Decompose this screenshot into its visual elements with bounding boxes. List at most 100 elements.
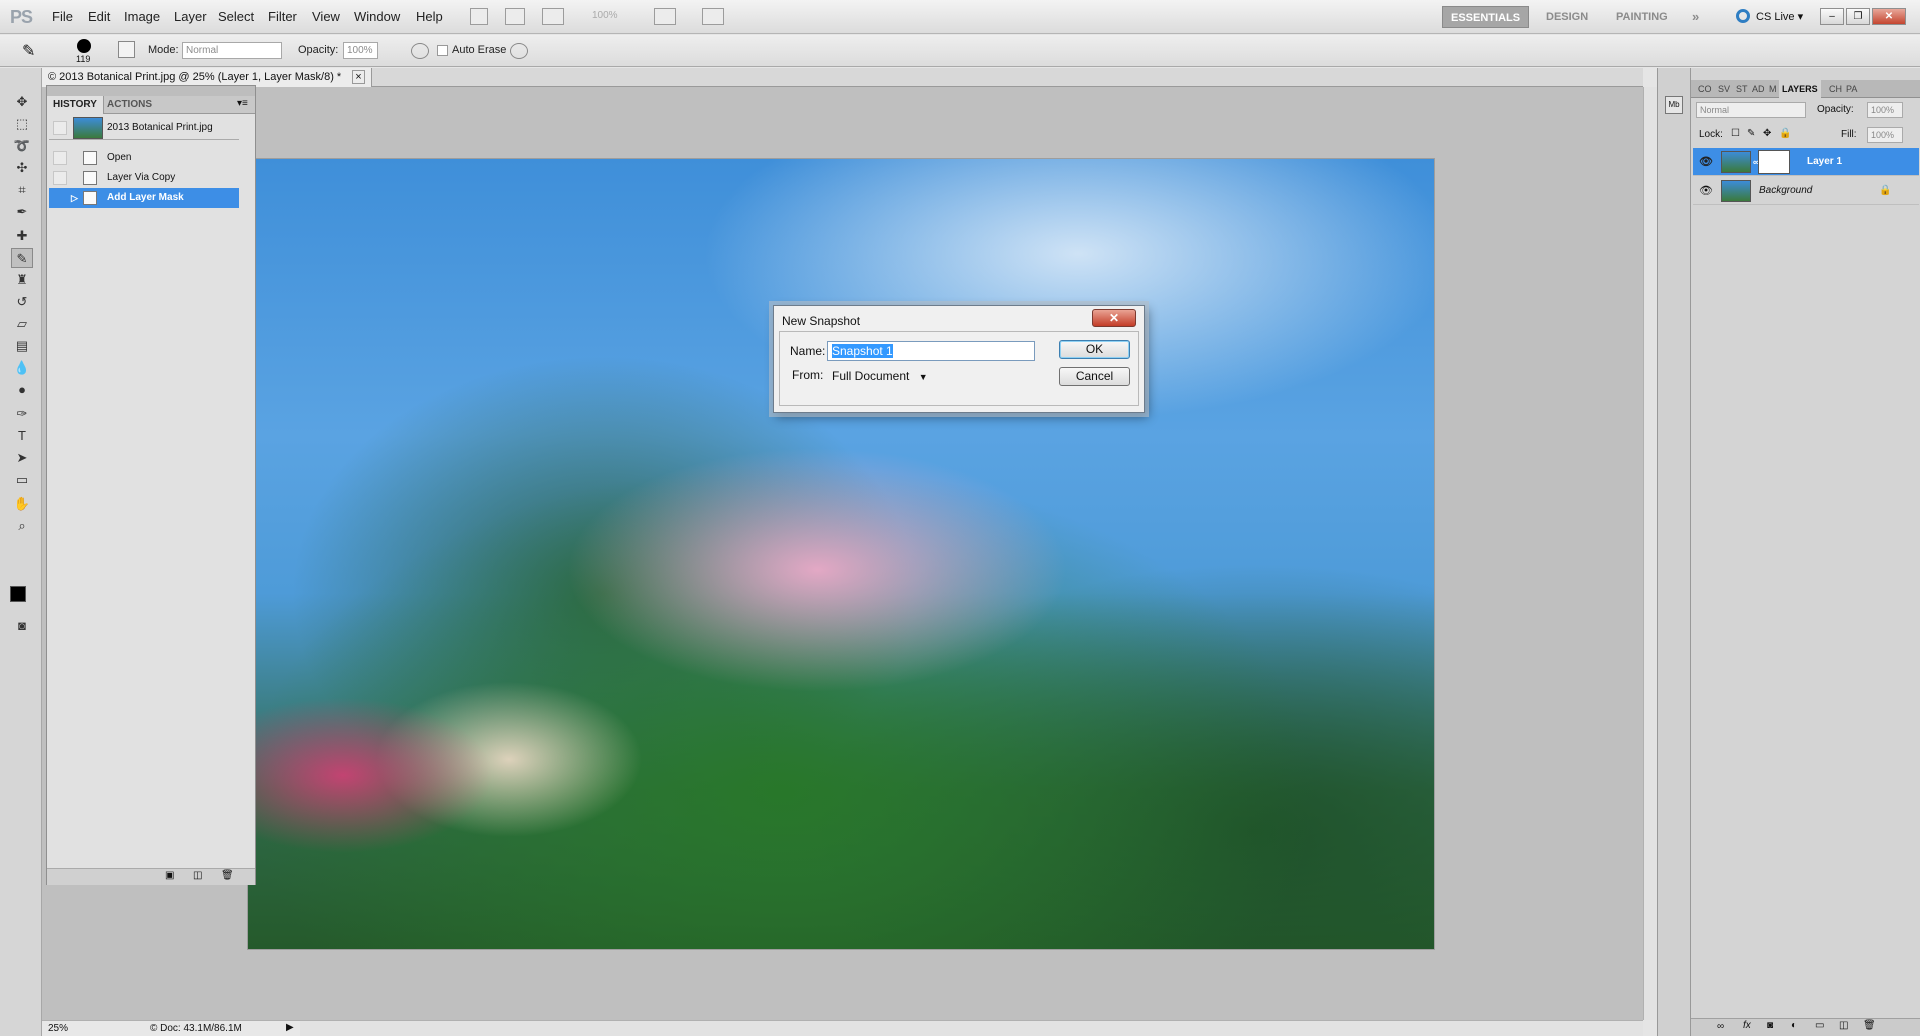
history-source-checkbox[interactable] xyxy=(53,171,67,185)
layer-style-icon[interactable]: fx xyxy=(1743,1020,1751,1031)
history-source-checkbox[interactable] xyxy=(53,191,67,205)
eraser-tool-icon[interactable]: ▱ xyxy=(11,314,33,334)
history-panel-header[interactable] xyxy=(47,86,255,96)
brush-panel-toggle-icon[interactable] xyxy=(118,41,135,58)
restore-button[interactable]: ❐ xyxy=(1846,8,1870,25)
layer-row[interactable]: 👁 Background 🔒 xyxy=(1693,177,1919,205)
tab-styles[interactable]: ST xyxy=(1733,80,1751,98)
menu-image[interactable]: Image xyxy=(124,9,160,24)
layer-row-selected[interactable]: 👁 ∞ Layer 1 xyxy=(1693,148,1919,176)
visibility-eye-icon[interactable]: 👁 xyxy=(1699,177,1713,205)
view-extras-icon[interactable] xyxy=(542,8,564,25)
menu-file[interactable]: File xyxy=(52,9,73,24)
history-item-selected[interactable]: ▷ Add Layer Mask xyxy=(49,188,239,208)
path-selection-tool-icon[interactable]: ➤ xyxy=(11,448,33,468)
workspace-more-chevron-icon[interactable]: » xyxy=(1684,6,1707,28)
new-layer-icon[interactable]: ◫ xyxy=(1839,1020,1848,1031)
visibility-eye-icon[interactable]: 👁 xyxy=(1699,148,1713,176)
layer-mask-thumbnail[interactable] xyxy=(1758,150,1790,174)
layer-opacity-field[interactable]: 100% xyxy=(1867,102,1903,118)
history-item[interactable]: Open xyxy=(49,148,239,168)
quick-mask-icon[interactable]: ◙ xyxy=(11,616,33,636)
tab-masks[interactable]: M xyxy=(1766,80,1780,98)
brush-preview-icon[interactable] xyxy=(77,39,91,53)
workspace-essentials[interactable]: ESSENTIALS xyxy=(1442,6,1530,28)
mini-bridge-panel-icon[interactable]: Mb xyxy=(1665,96,1683,114)
menu-view[interactable]: View xyxy=(312,9,340,24)
tablet-pressure-opacity-icon[interactable] xyxy=(411,43,429,59)
move-tool-icon[interactable]: ✥ xyxy=(11,92,33,112)
menu-layer[interactable]: Layer xyxy=(174,9,207,24)
mini-bridge-icon[interactable] xyxy=(505,8,525,25)
menu-select[interactable]: Select xyxy=(218,9,254,24)
lasso-tool-icon[interactable]: ➰ xyxy=(11,136,33,156)
type-tool-icon[interactable]: T xyxy=(11,426,33,446)
zoom-level-box[interactable]: 100% xyxy=(592,10,618,21)
fill-field[interactable]: 100% xyxy=(1867,127,1903,143)
adjustment-layer-icon[interactable]: ◐ xyxy=(1791,1020,1797,1031)
status-menu-arrow-icon[interactable]: ▶ xyxy=(286,1022,294,1033)
lock-image-pixels-icon[interactable]: ✎ xyxy=(1747,128,1755,139)
snapshot-name-input[interactable]: Snapshot 1 xyxy=(827,341,1035,361)
bridge-icon[interactable] xyxy=(470,8,488,25)
ok-button[interactable]: OK xyxy=(1059,340,1130,359)
cancel-button[interactable]: Cancel xyxy=(1059,367,1130,386)
history-state-slider-icon[interactable]: ▷ xyxy=(71,188,78,208)
menu-filter[interactable]: Filter xyxy=(268,9,297,24)
document-tab-close-icon[interactable]: × xyxy=(352,70,365,84)
dialog-close-button[interactable]: ✕ xyxy=(1092,309,1136,327)
opacity-field[interactable]: 100% xyxy=(343,42,378,59)
menu-help[interactable]: Help xyxy=(416,9,443,24)
horizontal-scrollbar[interactable] xyxy=(300,1020,1643,1036)
hand-tool-icon[interactable]: ✋ xyxy=(11,494,33,514)
workspace-painting[interactable]: PAINTING xyxy=(1608,6,1676,28)
cs-live-menu[interactable]: CS Live ▾ xyxy=(1756,10,1803,23)
zoom-value[interactable]: 25% xyxy=(48,1023,68,1034)
panel-menu-icon[interactable]: ▾≡ xyxy=(237,98,248,109)
workspace-design[interactable]: DESIGN xyxy=(1538,6,1596,28)
pen-tool-icon[interactable]: ✑ xyxy=(11,404,33,424)
dodge-tool-icon[interactable]: ● xyxy=(11,380,33,400)
minimize-button[interactable]: – xyxy=(1820,8,1844,25)
gradient-tool-icon[interactable]: ▤ xyxy=(11,336,33,356)
clone-stamp-tool-icon[interactable]: ♜ xyxy=(11,270,33,290)
quick-selection-tool-icon[interactable]: ✣ xyxy=(11,158,33,178)
new-document-from-state-icon[interactable]: ▣ xyxy=(165,870,174,881)
delete-layer-icon[interactable]: 🗑 xyxy=(1863,1020,1876,1031)
delete-state-icon[interactable]: 🗑 xyxy=(221,870,234,881)
screen-mode-icon[interactable] xyxy=(702,8,724,25)
vertical-scrollbar[interactable] xyxy=(1643,87,1657,1020)
healing-brush-tool-icon[interactable]: ✚ xyxy=(11,226,33,246)
lock-position-icon[interactable]: ✥ xyxy=(1763,128,1771,139)
new-group-icon[interactable]: ▭ xyxy=(1815,1020,1824,1031)
link-layers-icon[interactable]: ∞ xyxy=(1717,1021,1724,1032)
lock-transparency-icon[interactable]: ☐ xyxy=(1731,128,1740,139)
create-snapshot-icon[interactable]: ◫ xyxy=(193,870,202,881)
tablet-pressure-size-icon[interactable] xyxy=(510,43,528,59)
crop-tool-icon[interactable]: ⌗ xyxy=(11,180,33,200)
auto-erase-checkbox[interactable] xyxy=(437,45,448,56)
tab-layers[interactable]: LAYERS xyxy=(1779,80,1821,98)
marquee-tool-icon[interactable]: ⬚ xyxy=(11,114,33,134)
tab-actions[interactable]: ACTIONS xyxy=(101,96,158,114)
tab-paths[interactable]: PA xyxy=(1843,80,1860,98)
snapshot-source-icon[interactable] xyxy=(53,121,67,135)
history-brush-tool-icon[interactable]: ↺ xyxy=(11,292,33,312)
brush-tool-icon[interactable]: ✎ xyxy=(11,248,33,268)
tab-adjustments[interactable]: AD xyxy=(1749,80,1768,98)
tab-color[interactable]: CO xyxy=(1695,80,1715,98)
blur-tool-icon[interactable]: 💧 xyxy=(11,358,33,378)
menu-edit[interactable]: Edit xyxy=(88,9,110,24)
brush-tool-preset-icon[interactable]: ✎ xyxy=(22,41,35,61)
blend-mode-select[interactable]: Normal xyxy=(1696,102,1806,118)
arrange-documents-icon[interactable] xyxy=(654,8,676,25)
history-item[interactable]: Layer Via Copy xyxy=(49,168,239,188)
tab-history[interactable]: HISTORY xyxy=(47,96,104,114)
add-mask-icon[interactable]: ◙ xyxy=(1767,1020,1773,1031)
from-select[interactable]: Full Document ▼ xyxy=(827,365,931,385)
image-canvas[interactable] xyxy=(247,158,1435,950)
menu-window[interactable]: Window xyxy=(354,9,400,24)
lock-all-icon[interactable]: 🔒 xyxy=(1779,128,1791,139)
history-source-checkbox[interactable] xyxy=(53,151,67,165)
eyedropper-tool-icon[interactable]: ✒ xyxy=(11,202,33,222)
